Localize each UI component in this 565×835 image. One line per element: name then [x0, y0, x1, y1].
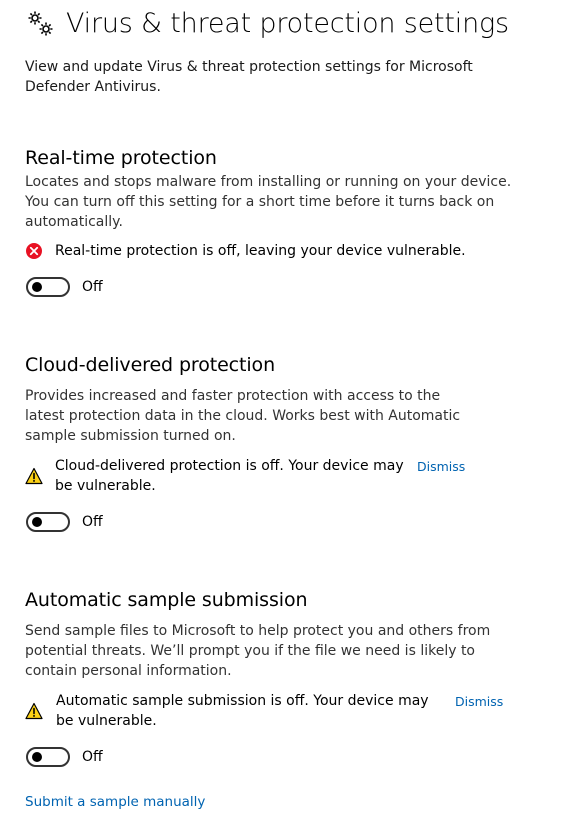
toggle-knob [32, 282, 42, 292]
cloud-delivered-protection-toggle[interactable] [26, 512, 70, 532]
toggle-row-cloud-delivered-protection: Off [26, 512, 103, 532]
status-automatic-sample-submission: Automatic sample submission is off. Your… [25, 691, 441, 731]
warning-icon [25, 702, 43, 720]
error-icon [26, 243, 42, 259]
toggle-state-label: Off [82, 514, 103, 530]
page-title: Virus & threat protection settings [66, 8, 509, 39]
section-description-cloud-delivered-protection: Provides increased and faster protection… [25, 388, 461, 444]
real-time-protection-toggle[interactable] [26, 277, 70, 297]
toggle-state-label: Off [82, 749, 103, 765]
section-description-real-time-protection: Locates and stops malware from installin… [25, 174, 512, 230]
page-intro: View and update Virus & threat protectio… [25, 59, 473, 95]
warning-icon [25, 467, 43, 485]
toggle-knob [32, 517, 42, 527]
status-real-time-protection: Real-time protection is off, leaving you… [25, 241, 466, 261]
section-title-real-time-protection: Real-time protection [25, 147, 217, 169]
gears-icon [28, 11, 53, 35]
section-description-automatic-sample-submission: Send sample files to Microsoft to help p… [25, 623, 491, 679]
automatic-sample-submission-toggle[interactable] [26, 747, 70, 767]
status-text: Real-time protection is off, leaving you… [55, 243, 466, 259]
page-header: Virus & threat protection settings [26, 8, 509, 39]
toggle-knob [32, 752, 42, 762]
section-title-automatic-sample-submission: Automatic sample submission [25, 589, 308, 611]
status-text: Cloud-delivered protection is off. Your … [55, 458, 404, 494]
status-text: Automatic sample submission is off. Your… [56, 693, 429, 729]
dismiss-link-cloud-delivered[interactable]: Dismiss [417, 459, 465, 474]
submit-sample-manually-link[interactable]: Submit a sample manually [25, 794, 205, 810]
toggle-state-label: Off [82, 279, 103, 295]
status-cloud-delivered-protection: Cloud-delivered protection is off. Your … [25, 456, 413, 496]
toggle-row-automatic-sample-submission: Off [26, 747, 103, 767]
section-title-cloud-delivered-protection: Cloud-delivered protection [25, 354, 276, 376]
toggle-row-real-time-protection: Off [26, 277, 103, 297]
dismiss-link-automatic-sample[interactable]: Dismiss [455, 694, 503, 709]
